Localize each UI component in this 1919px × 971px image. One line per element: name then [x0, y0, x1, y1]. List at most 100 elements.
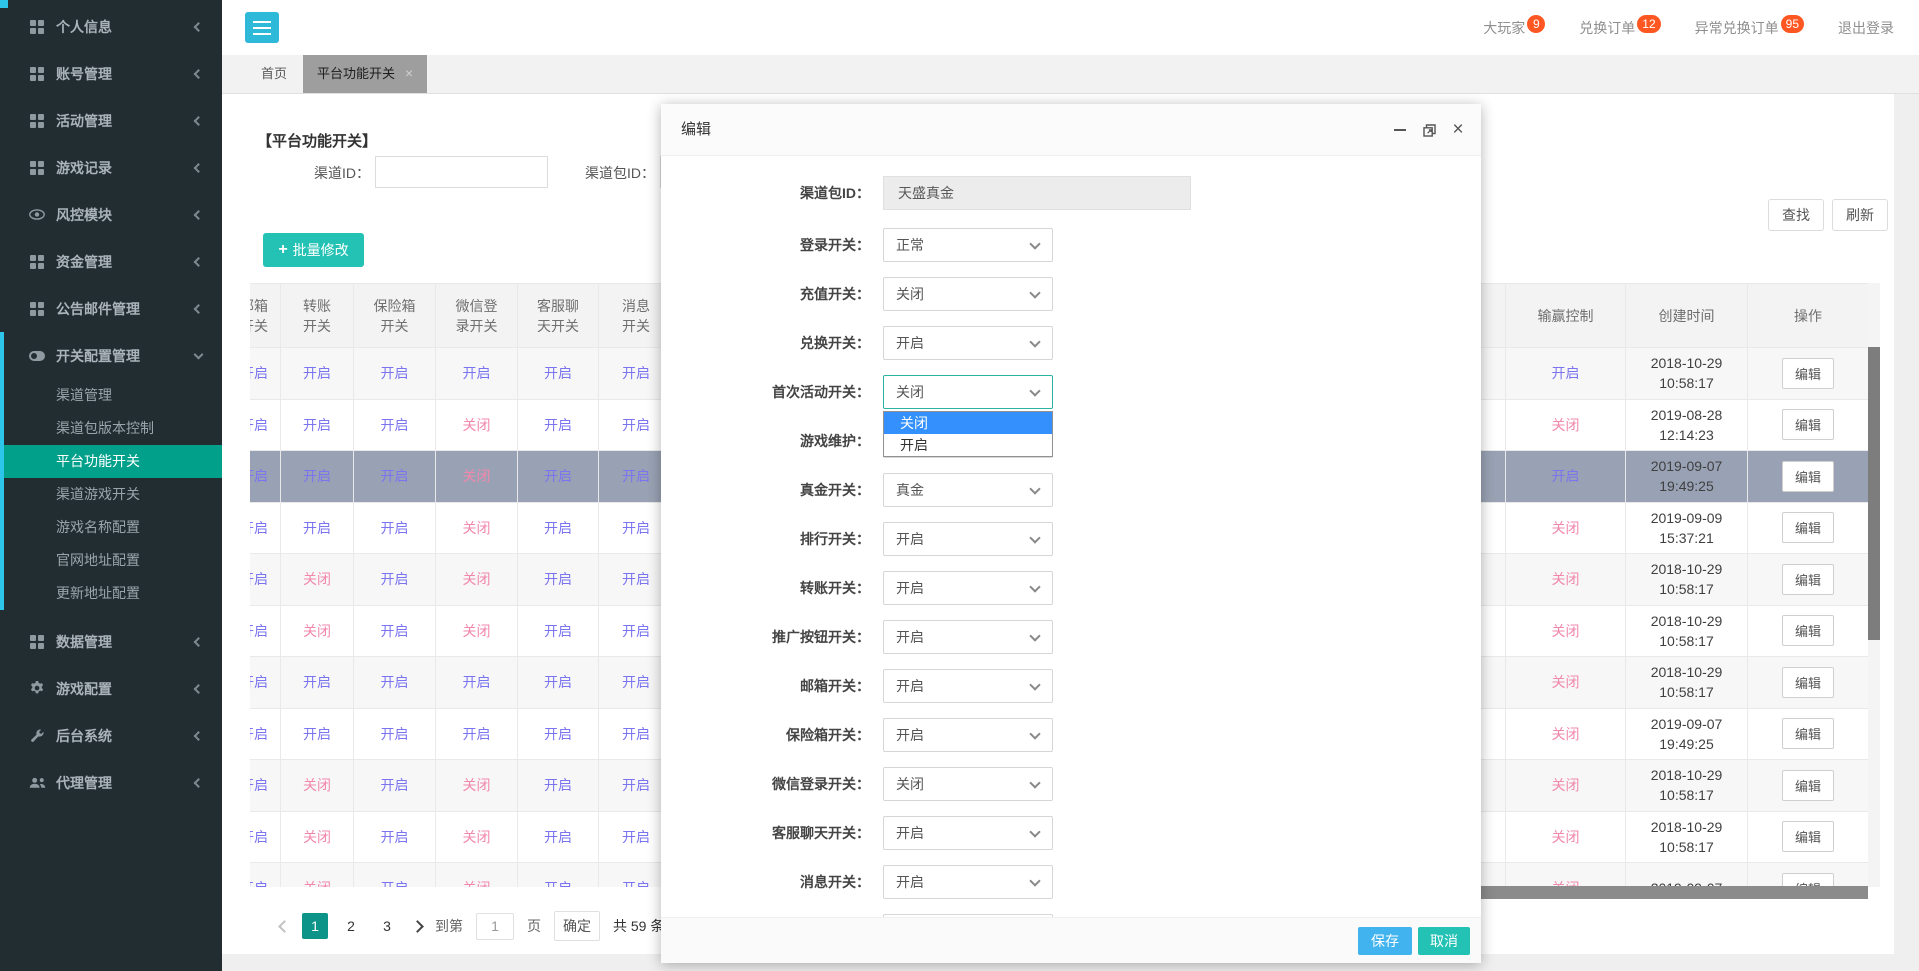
- edit-button[interactable]: 编辑: [1782, 873, 1834, 887]
- switch-cell: 关闭: [281, 554, 354, 606]
- sidebar-item[interactable]: 代理管理: [0, 759, 222, 806]
- sidebar-item[interactable]: 游戏记录: [0, 144, 222, 191]
- grid-icon: [28, 114, 46, 128]
- edit-button[interactable]: 编辑: [1782, 667, 1834, 698]
- edit-button[interactable]: 编辑: [1782, 461, 1834, 492]
- sidebar-item[interactable]: 数据管理: [0, 618, 222, 665]
- save-button[interactable]: 保存: [1358, 927, 1412, 955]
- horizontal-scrollbar-thumb[interactable]: [1460, 886, 1868, 899]
- field-select[interactable]: 开启: [883, 522, 1053, 556]
- sidebar-subitem[interactable]: 官网地址配置: [4, 544, 222, 577]
- search-button[interactable]: 查找: [1768, 199, 1824, 231]
- status-text: 开启: [544, 571, 572, 587]
- field-select[interactable]: 真金: [883, 473, 1053, 507]
- field-select[interactable]: 关闭: [883, 277, 1053, 311]
- page-number[interactable]: 1: [302, 913, 328, 939]
- created-at: 2019-08-2812:14:23: [1626, 399, 1748, 451]
- created-time: 19:49:25: [1626, 734, 1747, 754]
- select-value: 正常: [896, 237, 924, 253]
- sidebar-subitem[interactable]: 更新地址配置: [4, 577, 222, 610]
- field-select[interactable]: 关闭: [883, 767, 1053, 801]
- sidebar-subitem[interactable]: 渠道管理: [4, 379, 222, 412]
- sidebar-item[interactable]: 后台系统: [0, 712, 222, 759]
- status-text: 开启: [381, 365, 409, 381]
- grid-icon: [28, 20, 46, 34]
- field-select[interactable]: 开启: [883, 326, 1053, 360]
- sidebar-item[interactable]: 资金管理: [0, 238, 222, 285]
- edit-button[interactable]: 编辑: [1782, 615, 1834, 646]
- topbar-link[interactable]: 异常兑换订单95: [1695, 18, 1804, 38]
- cancel-button[interactable]: 取消: [1418, 927, 1470, 955]
- edit-button[interactable]: 编辑: [1782, 564, 1834, 595]
- topbar-link[interactable]: 兑换订单12: [1579, 18, 1660, 38]
- select-value: 真金: [896, 482, 924, 498]
- prev-page-button[interactable]: [278, 920, 291, 933]
- dropdown-option[interactable]: 开启: [884, 434, 1052, 456]
- edit-button[interactable]: 编辑: [1782, 512, 1834, 543]
- topbar-link[interactable]: 大玩家9: [1483, 18, 1545, 38]
- created-at: 2018-10-2910:58:17: [1626, 657, 1748, 709]
- modal-field-row: 微信登录开关： 关闭: [661, 767, 1481, 801]
- tab[interactable]: 平台功能开关: [303, 54, 427, 93]
- field-select[interactable]: 开启: [883, 571, 1053, 605]
- channel-id-input[interactable]: [375, 156, 548, 188]
- edit-button[interactable]: 编辑: [1782, 770, 1834, 801]
- sidebar-item[interactable]: 活动管理: [0, 97, 222, 144]
- edit-button[interactable]: 编辑: [1782, 821, 1834, 852]
- next-page-button[interactable]: [411, 920, 424, 933]
- vertical-scrollbar-thumb[interactable]: [1868, 347, 1880, 640]
- win-control-cell: 关闭: [1506, 863, 1626, 888]
- sidebar-subitem[interactable]: 平台功能开关: [4, 445, 222, 478]
- sidebar-subitem[interactable]: 渠道游戏开关: [4, 478, 222, 511]
- field-label: 客服聊天开关：: [661, 816, 870, 850]
- sidebar-item[interactable]: 风控模块: [0, 191, 222, 238]
- modal-field-row: 推广按钮开关：开启: [661, 620, 1481, 654]
- sidebar-item[interactable]: 个人信息: [0, 3, 222, 50]
- edit-button[interactable]: 编辑: [1782, 718, 1834, 749]
- status-text: 开启: [250, 674, 268, 690]
- batch-edit-button[interactable]: 批量修改: [263, 233, 364, 267]
- sidebar-item[interactable]: 公告邮件管理: [0, 285, 222, 332]
- field-select[interactable]: 开启: [883, 718, 1053, 752]
- created-time: 19:49:25: [1626, 476, 1747, 496]
- field-select[interactable]: 开启: [883, 620, 1053, 654]
- status-text: 关闭: [463, 829, 491, 845]
- topbar-link[interactable]: 退出登录: [1838, 18, 1894, 38]
- field-select[interactable]: 开启: [883, 669, 1053, 703]
- sidebar-item[interactable]: 游戏配置: [0, 665, 222, 712]
- sidebar-subitem[interactable]: 游戏名称配置: [4, 511, 222, 544]
- page-number[interactable]: 2: [338, 913, 364, 939]
- sidebar-item-label: 公告邮件管理: [56, 299, 140, 319]
- switch-cell: 开启: [354, 348, 436, 400]
- minimize-icon[interactable]: [1393, 123, 1407, 137]
- field-label: 微信登录开关：: [661, 767, 870, 801]
- close-icon[interactable]: [1451, 123, 1465, 137]
- status-text: 开启: [622, 674, 650, 690]
- refresh-button[interactable]: 刷新: [1832, 199, 1888, 231]
- sidebar-group-header[interactable]: 开关配置管理: [4, 332, 222, 379]
- page-number[interactable]: 3: [374, 913, 400, 939]
- field-select[interactable]: 开启: [883, 865, 1053, 899]
- status-text: 关闭: [463, 520, 491, 536]
- sidebar-subitem[interactable]: 渠道包版本控制: [4, 412, 222, 445]
- field-select[interactable]: 正常: [883, 228, 1053, 262]
- switch-cell: 开启: [250, 811, 281, 863]
- confirm-page-button[interactable]: 确定: [554, 911, 600, 941]
- sidebar-item[interactable]: 账号管理: [0, 50, 222, 97]
- goto-page-input[interactable]: [476, 913, 514, 940]
- status-text: 开启: [250, 520, 268, 536]
- edit-button[interactable]: 编辑: [1782, 409, 1834, 440]
- hamburger-menu-button[interactable]: [245, 12, 279, 43]
- created-at: 2018-10-2910:58:17: [1626, 348, 1748, 400]
- restore-icon[interactable]: [1422, 123, 1436, 137]
- tab-close-icon[interactable]: [405, 65, 413, 81]
- field-select[interactable]: 开启: [883, 816, 1053, 850]
- created-at: 2018-10-2910:58:17: [1626, 811, 1748, 863]
- field-select[interactable]: 关闭: [883, 375, 1053, 409]
- created-date: 2019-08-28: [1626, 405, 1747, 425]
- status-text: 关闭: [1552, 417, 1580, 433]
- edit-button[interactable]: 编辑: [1782, 358, 1834, 389]
- sidebar-item-label: 游戏配置: [56, 679, 112, 699]
- tab[interactable]: 首页: [245, 54, 303, 93]
- dropdown-option[interactable]: 关闭: [884, 412, 1052, 434]
